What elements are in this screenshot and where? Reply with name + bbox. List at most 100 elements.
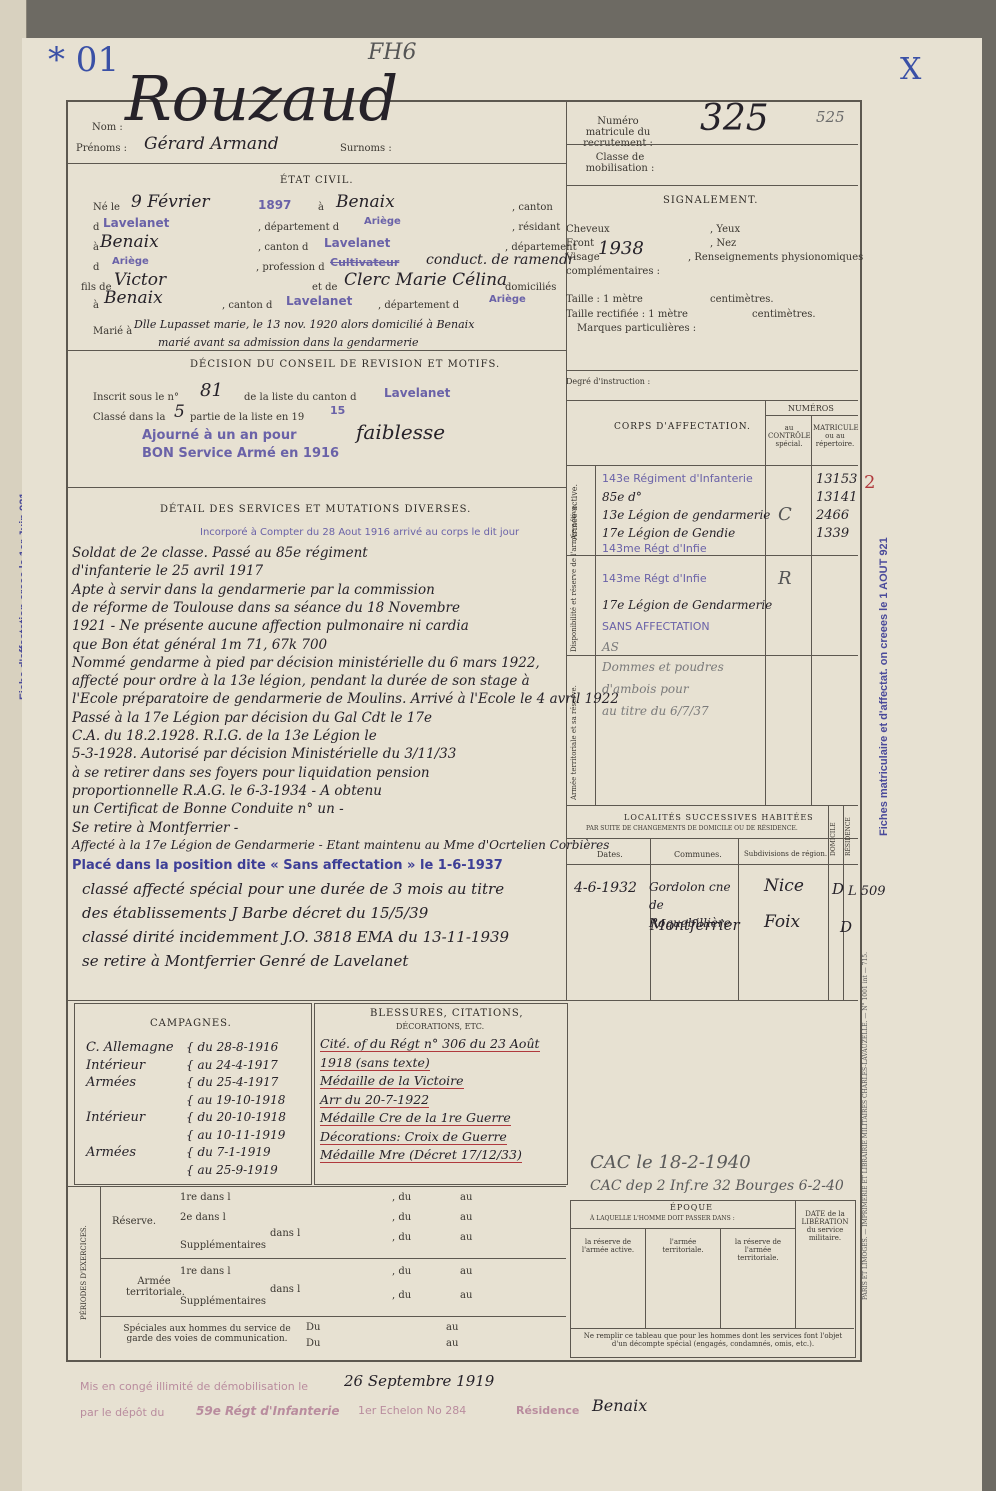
corps-row-name: Dommes et poudres [602, 660, 724, 674]
profession-label: , profession d [256, 262, 325, 273]
terr-1-du: , du [392, 1266, 412, 1277]
speciales-au-1: au [446, 1322, 459, 1333]
decision-title: DÉCISION DU CONSEIL DE REVISION ET MOTIF… [190, 359, 501, 370]
service-line-2: classé affecté spécial pour une durée de… [82, 880, 505, 898]
corps-row-name: 143me Régt d'Infie [602, 572, 707, 585]
nom-value: Rouzaud [125, 62, 399, 135]
corps-row-matricule: 13141 [816, 490, 858, 505]
corps-row-name: 85e d° [602, 490, 642, 504]
localites-title: LOCALITÉS SUCCESSIVES HABITÉES [624, 813, 814, 822]
epoque-title: ÉPOQUE [670, 1203, 713, 1212]
domicile-departement: Ariège [489, 294, 526, 305]
epoque-col1: la réserve de l'armée active. [581, 1238, 635, 1254]
corps-row-matricule: 13153 [816, 472, 858, 487]
controle-header: au CONTRÔLE spécial. [768, 424, 811, 448]
subdiv-header: Subdivisions de région. [744, 850, 828, 858]
corps-row-name: SANS AFFECTATION [602, 620, 710, 633]
epoque-col4: DATE de la LIBÉRATION du service militai… [801, 1210, 849, 1242]
demob-stamp: Mis en congé illimité de démobilisation … [80, 1380, 309, 1393]
sans-affectation-stamp: Placé dans la position dite « Sans affec… [72, 858, 503, 873]
blessure-line: Médaille Cre de la 1re Guerre [320, 1110, 511, 1126]
renseignements-label: , Renseignements physionomiques [688, 252, 864, 263]
corps-row-matricule: 1339 [816, 526, 850, 541]
prenoms-value: Gérard Armand [144, 134, 279, 154]
taille-label: Taille : 1 mètre [566, 294, 643, 305]
campagne-dates: { du 7-1-1919 [186, 1145, 271, 1159]
loc-date-1: 4-6-1932 [574, 880, 637, 896]
service-line: 1921 - Ne présente aucune affection pulm… [72, 618, 469, 635]
corps-row-controle: R [778, 568, 792, 589]
corps-row-name: 17e Légion de Gendarmerie [602, 598, 773, 612]
corps-row-matricule: 2466 [816, 508, 850, 523]
centimetres-label: centimètres. [710, 294, 774, 305]
service-line: affecté pour ordre à la 13e légion, pend… [72, 673, 530, 690]
departement-d2-label: , département d [378, 300, 460, 311]
campagne-lieu: Intérieur [86, 1057, 146, 1073]
blessure-line: Décorations: Croix de Guerre [320, 1128, 507, 1145]
classe-label: Classe de mobilisation : [585, 152, 655, 174]
canton-label: , canton [512, 202, 553, 213]
numeros-header: NUMÉROS [788, 404, 834, 413]
corps-row-name: AS [602, 640, 619, 654]
service-line: un Certificat de Bonne Conduite n° un - [72, 801, 344, 818]
service-line: Apte à servir dans la gendarmerie par la… [72, 581, 435, 598]
epoque-note: Ne remplir ce tableau que pour les homme… [583, 1332, 843, 1348]
margin-mark-left: * 01 [48, 40, 120, 80]
campagne-lieu: Armées [86, 1075, 136, 1090]
reserve-supp-label: Supplémentaires [180, 1240, 267, 1251]
service-line: d'infanterie le 25 avril 1917 [72, 563, 264, 580]
communes-header: Communes. [674, 850, 722, 859]
inscrit-label: Inscrit sous le n° [93, 392, 179, 403]
profession-struck: Cultivateur [330, 256, 400, 269]
loc-commune-2: Montferrier [650, 916, 740, 934]
father-name: Victor [114, 270, 167, 290]
cac-line2: CAC dep 2 Inf.re 32 Bourges 6-2-40 [590, 1178, 844, 1194]
corps-row-controle: C [778, 504, 792, 525]
domicile-canton: Lavelanet [286, 294, 353, 308]
etat-civil-title: ÉTAT CIVIL. [280, 175, 354, 186]
service-line-2: se retire à Montferrier Genré de Lavelan… [82, 952, 409, 970]
corps-row-name: 13e Légion de gendarmerie [602, 508, 771, 522]
affecte-line: Affecté à la 17e Légion de Gendarmerie -… [72, 838, 610, 852]
reserve-label: Réserve. [112, 1216, 157, 1227]
decision-year: 15 [330, 404, 346, 417]
terr-supp-au: au [460, 1290, 473, 1301]
corps-title: CORPS D'AFFECTATION. [614, 422, 751, 432]
profession-value: conduct. de ramendr [426, 252, 575, 268]
campagnes-title: CAMPAGNES. [150, 1018, 232, 1029]
birth-departement: Ariège [364, 216, 401, 227]
terr-label: Armée territoriale. [126, 1276, 185, 1298]
residence-departement: Ariège [112, 256, 149, 267]
d-label: d [93, 222, 100, 233]
partie-value: 5 [174, 402, 185, 422]
marie-label: Marié à [93, 326, 133, 337]
service-line-2: des établissements J Barbe décret du 15/… [82, 904, 429, 922]
blessure-line: Médaille de la Victoire [320, 1073, 464, 1089]
blessure-line: Cité. of du Régt n° 306 du 23 Août [320, 1036, 540, 1052]
campagne-lieu: Armées [86, 1145, 136, 1160]
terr-1-label: 1re dans l [180, 1266, 231, 1277]
birth-canton: Lavelanet [103, 216, 170, 230]
a-label: à [318, 202, 324, 213]
marques-label: Marques particulières : [577, 323, 697, 334]
cheveux-label: Cheveux [566, 224, 610, 235]
campagne-dates: { au 10-11-1919 [186, 1127, 286, 1142]
service-line: à se retirer dans ses foyers pour liquid… [72, 764, 430, 781]
reserve-supp-dans: dans l [270, 1228, 301, 1239]
canton-d-label: , canton d [258, 242, 309, 253]
loc-mark-2: D [840, 918, 853, 936]
corps-row-name: 143e Régiment d'Infanterie [602, 472, 753, 485]
yeux-label: , Yeux [710, 224, 741, 235]
nom-label: Nom : [92, 122, 123, 133]
birth-place: Benaix [336, 192, 395, 212]
service-line: que Bon état général 1m 71, 67k 700 [72, 636, 328, 653]
inscrit-num: 81 [200, 380, 223, 401]
terr-supp-label: Supplémentaires [180, 1296, 267, 1307]
front-label: Front [566, 238, 595, 249]
speciales-du-2: Du [306, 1338, 321, 1349]
depot-stamp: par le dépôt du [80, 1406, 165, 1419]
depot-residence-label: Résidence [516, 1404, 580, 1417]
campagne-dates: { du 20-10-1918 [186, 1110, 286, 1124]
corps-row-name: d'ambois pour [602, 682, 689, 696]
blessures-subtitle: DÉCORATIONS, ETC. [396, 1022, 485, 1031]
